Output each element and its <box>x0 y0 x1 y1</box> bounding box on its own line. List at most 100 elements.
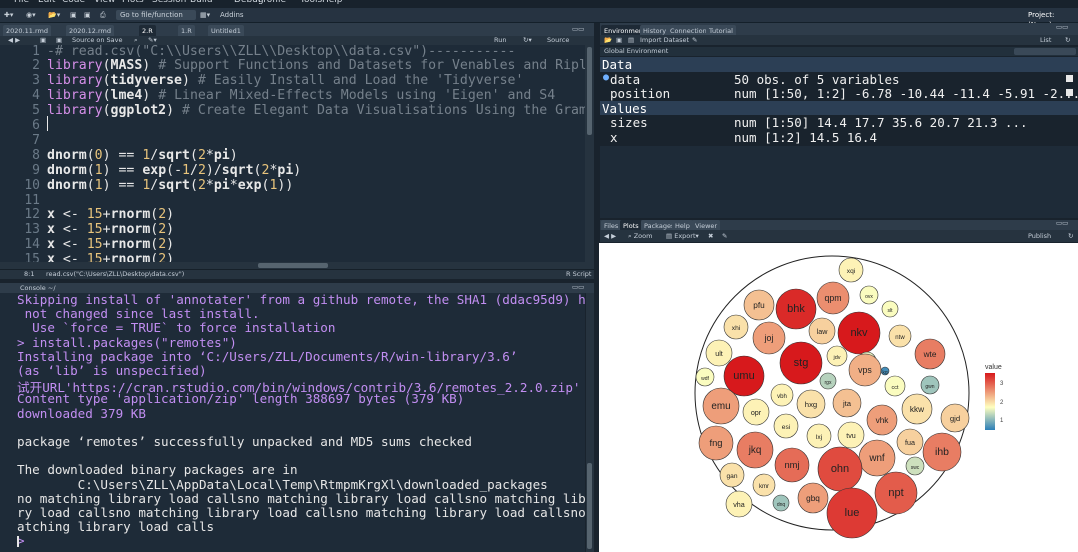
save-icon[interactable]: ▣ <box>616 36 622 44</box>
source-button[interactable]: Source <box>547 36 569 44</box>
show-in-window-icon[interactable]: ▣ <box>40 36 46 44</box>
zoom-button[interactable]: ⌕ Zoom <box>628 232 652 241</box>
env-row-position[interactable]: position num [1:50, 1:2] -6.78 -10.44 -11… <box>600 86 1078 101</box>
console-line: The downloaded binary packages are in <box>17 462 298 478</box>
code-line[interactable]: x <- 15+rnorm(2) <box>47 222 174 237</box>
import-dataset-button[interactable]: Import Dataset <box>640 36 689 44</box>
refresh-icon[interactable]: ↻ <box>1068 232 1073 240</box>
code-line[interactable]: library(lme4) # Linear Mixed-Effects Mod… <box>47 88 555 103</box>
code-line[interactable]: x <- 15+rnorm(2) <box>47 207 174 222</box>
menu-tools[interactable]: Tools <box>300 0 322 5</box>
console-scrollbar[interactable] <box>586 293 594 552</box>
broom-icon[interactable]: ✎ <box>692 36 697 44</box>
bubble-label: lxj <box>816 434 823 441</box>
bubble-label: lue <box>845 507 860 519</box>
rerun-icon[interactable]: ↻▾ <box>523 36 532 44</box>
code-line[interactable]: dnorm(1) == 1/sqrt(2*pi*exp(1)) <box>47 178 293 193</box>
bubble-label: kmr <box>759 484 769 490</box>
file-type[interactable]: R Script <box>566 270 591 278</box>
cursor-position: 8:1 <box>24 270 35 278</box>
env-var-value: num [1:2] 14.5 16.4 <box>734 129 877 145</box>
save-all-icon[interactable]: ▣ <box>84 10 91 20</box>
source-on-save-checkbox[interactable]: Source on Save <box>72 36 123 44</box>
code-line[interactable]: library(ggplot2) # Create Elegant Data V… <box>47 103 594 118</box>
code-editor[interactable]: 1 -# read.csv("C:\\Users\\ZLL\\Desktop\\d… <box>0 45 594 269</box>
run-button[interactable]: Run <box>494 36 506 44</box>
bubble-label: hxg <box>805 400 817 409</box>
menu-plots[interactable]: Plots <box>122 0 144 5</box>
save-icon[interactable]: ▣ <box>70 10 77 20</box>
editor-hscrollbar[interactable] <box>0 262 585 269</box>
menu-edit[interactable]: Edit <box>38 0 55 5</box>
line-number: 1 <box>32 45 40 59</box>
new-file-icon[interactable]: ✚▾ <box>4 10 13 20</box>
env-row-sizes[interactable]: sizes num [1:50] 14.4 17.7 35.6 20.7 21.3… <box>600 115 1078 130</box>
code-line[interactable]: -# read.csv("C:\\Users\\ZLL\\Desktop\\da… <box>47 45 515 59</box>
legend-colorbar <box>985 373 995 430</box>
code-line[interactable]: dnorm(1) == exp(-1/2)/sqrt(2*pi) <box>47 163 301 178</box>
line-number: 9 <box>32 162 40 178</box>
env-row-x[interactable]: x num [1:2] 14.5 16.4 <box>600 130 1078 145</box>
code-line[interactable]: library(MASS) # Support Functions and Da… <box>47 58 594 73</box>
maximize-icon[interactable]: ▭▭ <box>1056 23 1068 31</box>
function-navigator[interactable]: read.csv("C:\Users\ZLL\Desktop\data.csv"… <box>46 270 184 278</box>
main-toolbar: ✚▾ ◉▾ 📂▾ ▣ ▣ ⎙ Go to file/function ▦▾ Ad… <box>0 8 1078 29</box>
open-project-icon[interactable]: ◉▾ <box>26 10 36 20</box>
maximize-icon[interactable]: ▭▭ <box>1056 219 1068 227</box>
view-data-icon[interactable] <box>1066 89 1073 96</box>
export-button[interactable]: ▤ Export▾ <box>666 232 699 240</box>
menu-session[interactable]: Session <box>152 0 186 5</box>
console-line: package ‘remotes’ successfully unpacked … <box>17 434 472 449</box>
menu-profile[interactable]: Profile <box>258 0 286 5</box>
env-row-data[interactable]: ● data 50 obs. of 5 variables <box>600 72 1078 87</box>
search-icon[interactable]: ⌕ <box>134 36 138 45</box>
bubble-label: kkw <box>910 405 924 414</box>
open-icon[interactable]: 📂 <box>604 36 612 44</box>
bubble-label: rgx <box>825 380 832 386</box>
import-icon[interactable]: ▤ <box>628 36 634 44</box>
env-search-input[interactable] <box>1014 48 1076 55</box>
legend-title: value <box>985 364 1002 371</box>
editor-scrollbar[interactable] <box>585 45 594 269</box>
code-line[interactable]: x <- 15+rnorm(2) <box>47 237 174 252</box>
broom-icon[interactable]: ✎ <box>722 232 727 240</box>
save-icon[interactable]: ▣ <box>56 36 62 44</box>
console-line: atching library load calls <box>17 519 215 535</box>
menu-build[interactable]: Build <box>190 0 213 5</box>
maximize-icon[interactable]: ▭▭ <box>572 283 584 291</box>
menu-code[interactable]: Code <box>62 0 85 5</box>
project-menu[interactable]: Project: (None) <box>1028 10 1078 29</box>
menu-file[interactable]: File <box>14 0 29 5</box>
scope-dropdown[interactable]: Global Environment <box>604 47 668 55</box>
wand-icon[interactable]: ✎▾ <box>148 36 157 44</box>
bubble-label: nkv <box>850 327 868 339</box>
maximize-icon[interactable]: ▭▭ <box>572 25 584 33</box>
view-data-icon[interactable] <box>1066 74 1073 82</box>
menu-help[interactable]: Help <box>322 0 343 5</box>
list-view-dropdown[interactable]: List <box>1040 36 1051 44</box>
addins-button[interactable]: Addins <box>220 10 244 20</box>
expand-icon[interactable]: ● <box>603 72 609 83</box>
goto-file-input[interactable]: Go to file/function <box>116 10 196 20</box>
remove-plot-icon[interactable]: ✖ <box>708 232 713 240</box>
menu-view[interactable]: View <box>94 0 115 5</box>
bubble-label: ovx <box>865 294 873 300</box>
bubble-label: jta <box>842 399 852 408</box>
line-number: 12 <box>24 207 40 223</box>
env-var-name: x <box>610 129 618 145</box>
code-line[interactable]: library(tidyverse) # Easily Install and … <box>47 73 523 88</box>
console-output[interactable]: Skipping install of 'annotater' from a g… <box>0 293 585 552</box>
code-line[interactable]: dnorm(0) == 1/sqrt(2*pi) <box>47 148 238 163</box>
open-file-icon[interactable]: 📂▾ <box>48 10 60 20</box>
env-var-name: position <box>610 86 671 101</box>
grid-icon[interactable]: ▦▾ <box>200 10 210 20</box>
bubble-label: ntw <box>895 335 905 341</box>
line-number: 3 <box>32 73 40 89</box>
back-icon[interactable]: ◀ ▶ <box>8 36 20 44</box>
console-title[interactable]: Console ~/ <box>20 284 56 292</box>
nav-arrows-icon[interactable]: ◀ ▶ <box>604 232 616 240</box>
publish-button[interactable]: Publish <box>1028 232 1051 240</box>
refresh-icon[interactable]: ↻ <box>1065 36 1070 44</box>
print-icon[interactable]: ⎙ <box>100 10 106 20</box>
line-number: 7 <box>32 132 40 148</box>
